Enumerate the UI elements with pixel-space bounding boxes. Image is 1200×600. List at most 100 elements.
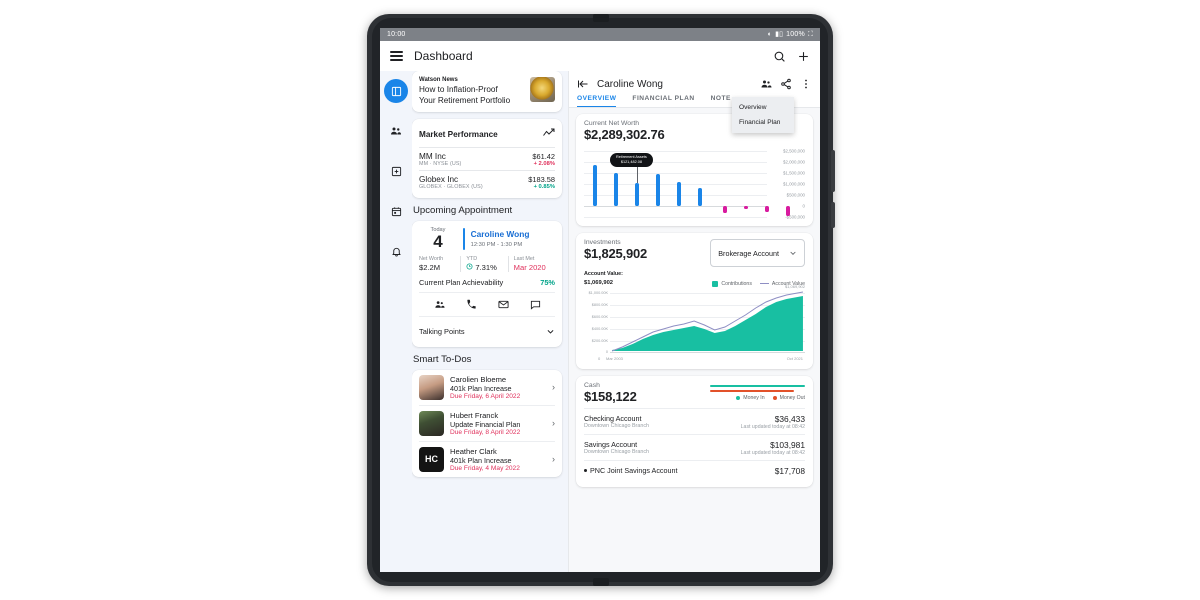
legend-item-money-in: Money In	[736, 395, 765, 401]
axis-tick: 0	[802, 203, 805, 209]
volume-button[interactable]	[831, 150, 835, 192]
investments-amount: $1,825,902	[584, 246, 648, 261]
account-name: Savings Account	[584, 439, 638, 449]
todo-due-date: Due Friday, 6 April 2022	[450, 392, 521, 400]
investments-chart: $1,000.00K $800.00K $600.00K $400.00K $2…	[584, 284, 805, 362]
bar-money-out	[710, 390, 794, 393]
legend-label: Money Out	[779, 395, 805, 402]
dashboard-left-column: Watson News How to Inflation-Proof Your …	[412, 71, 568, 572]
chevron-right-icon[interactable]: ›	[552, 418, 555, 428]
investments-summary: Investments $1,825,902	[584, 239, 647, 261]
bar	[593, 164, 597, 206]
account-amount: $36,433	[774, 413, 805, 424]
axis-origin-tick: 0	[598, 355, 601, 361]
account-name: PNC Joint Savings Account	[584, 466, 678, 475]
todo-person-name: Carolien Bloeme	[450, 374, 507, 384]
sidebar-item-notifications[interactable]	[384, 239, 408, 263]
back-to-list-icon[interactable]	[577, 78, 589, 90]
add-people-icon[interactable]	[760, 78, 772, 90]
status-bar: 10:00 ◐ ▮▯ 100% ⛶	[380, 28, 820, 41]
market-performance-title: Market Performance	[419, 129, 498, 139]
appointment-metrics: Net Worth $2.2M YTD 7.31% Last Met Mar 2…	[419, 255, 555, 272]
list-item[interactable]: Carolien Bloeme 401k Plan Increase Due F…	[419, 370, 555, 405]
stock-change: + 0.85%	[533, 184, 555, 190]
news-headline-line2: Your Retirement Portfolio	[419, 95, 511, 105]
table-row[interactable]: Savings Account Downtown Chicago Branch …	[584, 433, 805, 460]
bullet-icon	[584, 469, 587, 473]
table-row[interactable]: Checking Account Downtown Chicago Branch…	[584, 407, 805, 434]
cash-header: Cash $158,122 Money In Money Out	[584, 382, 805, 404]
metric-value: Mar 2020	[513, 262, 546, 272]
power-button[interactable]	[831, 202, 835, 228]
sidebar-item-clients[interactable]	[384, 119, 408, 143]
client-detail-pane: Caroline Wong OVERVIEW FINANCIAL PLAN NO…	[568, 71, 820, 572]
sidebar-item-add-card[interactable]	[384, 159, 408, 183]
stock-price: $183.58	[528, 175, 555, 184]
avatar: HC	[419, 446, 444, 472]
account-select-value: Brokerage Account	[718, 248, 779, 258]
hinge-notch-bottom	[593, 578, 609, 586]
cash-amount: $158,122	[584, 388, 637, 404]
investments-area-svg	[611, 291, 804, 352]
list-item[interactable]: Hubert Franck Update Financial Plan Due …	[419, 404, 555, 441]
sidebar-item-dashboard[interactable]	[384, 79, 408, 103]
chevron-right-icon[interactable]: ›	[552, 454, 555, 464]
table-row[interactable]: Globex Inc $183.58 GLOBEX · GLOBEX (US) …	[419, 170, 555, 193]
bar	[744, 206, 748, 209]
chart-tooltip: Retirement Assets $121,482.08	[610, 153, 653, 168]
email-icon[interactable]	[497, 299, 509, 310]
news-headline: How to Inflation-Proof Your Retirement P…	[419, 85, 526, 106]
hamburger-menu-icon[interactable]	[390, 51, 403, 61]
table-row[interactable]: MM Inc $61.42 MM · NYSE (US) + 2.08%	[419, 147, 555, 170]
axis-tick: $2,500,000	[783, 148, 805, 154]
bar	[635, 183, 639, 206]
phone-icon[interactable]	[466, 299, 477, 310]
axis-tick: $800.00K	[591, 302, 608, 307]
sidebar-item-calendar[interactable]	[384, 199, 408, 223]
news-thumbnail-image	[530, 77, 555, 102]
account-value-amount: $1,069,902	[584, 279, 614, 286]
more-vert-icon[interactable]	[800, 78, 812, 90]
account-branch: Downtown Chicago Branch	[584, 422, 650, 429]
chevron-right-icon[interactable]: ›	[552, 382, 555, 392]
smart-todos-heading: Smart To-Dos	[413, 353, 472, 365]
status-time: 10:00	[387, 31, 406, 38]
dropdown-item-financial-plan[interactable]: Financial Plan	[732, 115, 794, 130]
tab-overview[interactable]: OVERVIEW	[577, 95, 617, 107]
appointment-card[interactable]: Today 4 Caroline Wong 12:30 PM - 1:30 PM…	[412, 221, 562, 347]
metric-net-worth: Net Worth $2.2M	[419, 256, 460, 272]
metric-label: YTD	[466, 255, 478, 262]
bar	[765, 206, 769, 212]
todo-body: Hubert Franck Update Financial Plan Due …	[450, 411, 546, 436]
tab-financial-plan[interactable]: FINANCIAL PLAN	[632, 95, 694, 107]
dropdown-item-overview[interactable]: Overview	[732, 100, 794, 115]
tab-note[interactable]: NOTE	[711, 95, 731, 107]
stock-ticker: GLOBEX · GLOBEX (US)	[419, 184, 483, 190]
cash-chart: Money In Money Out	[710, 382, 805, 402]
table-row[interactable]: PNC Joint Savings Account $17,708	[584, 459, 805, 480]
appointment-client-name[interactable]: Caroline Wong	[471, 229, 555, 239]
account-select[interactable]: Brokerage Account	[710, 239, 805, 267]
todo-body: Heather Clark 401k Plan Increase Due Fri…	[450, 447, 546, 472]
news-card[interactable]: Watson News How to Inflation-Proof Your …	[412, 71, 562, 112]
tab-dropdown-menu[interactable]: Overview Financial Plan	[732, 97, 794, 133]
stock-price: $61.42	[532, 152, 555, 161]
plus-icon[interactable]	[797, 50, 810, 63]
axis-tick: $600.00K	[591, 314, 608, 319]
list-item[interactable]: HC Heather Clark 401k Plan Increase Due …	[419, 440, 555, 477]
add-contact-icon[interactable]	[434, 299, 445, 310]
todo-task: Update Financial Plan	[450, 419, 521, 429]
stock-ticker: MM · NYSE (US)	[419, 161, 462, 167]
investments-panel: Investments $1,825,902 Brokerage Account	[576, 233, 813, 369]
talking-points-row[interactable]: Talking Points	[419, 317, 555, 342]
appointment-time: 12:30 PM - 1:30 PM	[470, 242, 523, 248]
account-info: Savings Account Downtown Chicago Branch	[584, 440, 649, 455]
share-icon[interactable]	[780, 78, 792, 90]
account-info: PNC Joint Savings Account	[584, 466, 678, 475]
message-icon[interactable]	[530, 299, 541, 310]
chevron-down-icon[interactable]	[546, 323, 555, 341]
search-icon[interactable]	[773, 50, 786, 63]
legend-item-money-out: Money Out	[772, 395, 805, 402]
peak-value-annotation: $1,069,902	[784, 283, 805, 289]
stock-name: Globex Inc	[419, 175, 459, 184]
